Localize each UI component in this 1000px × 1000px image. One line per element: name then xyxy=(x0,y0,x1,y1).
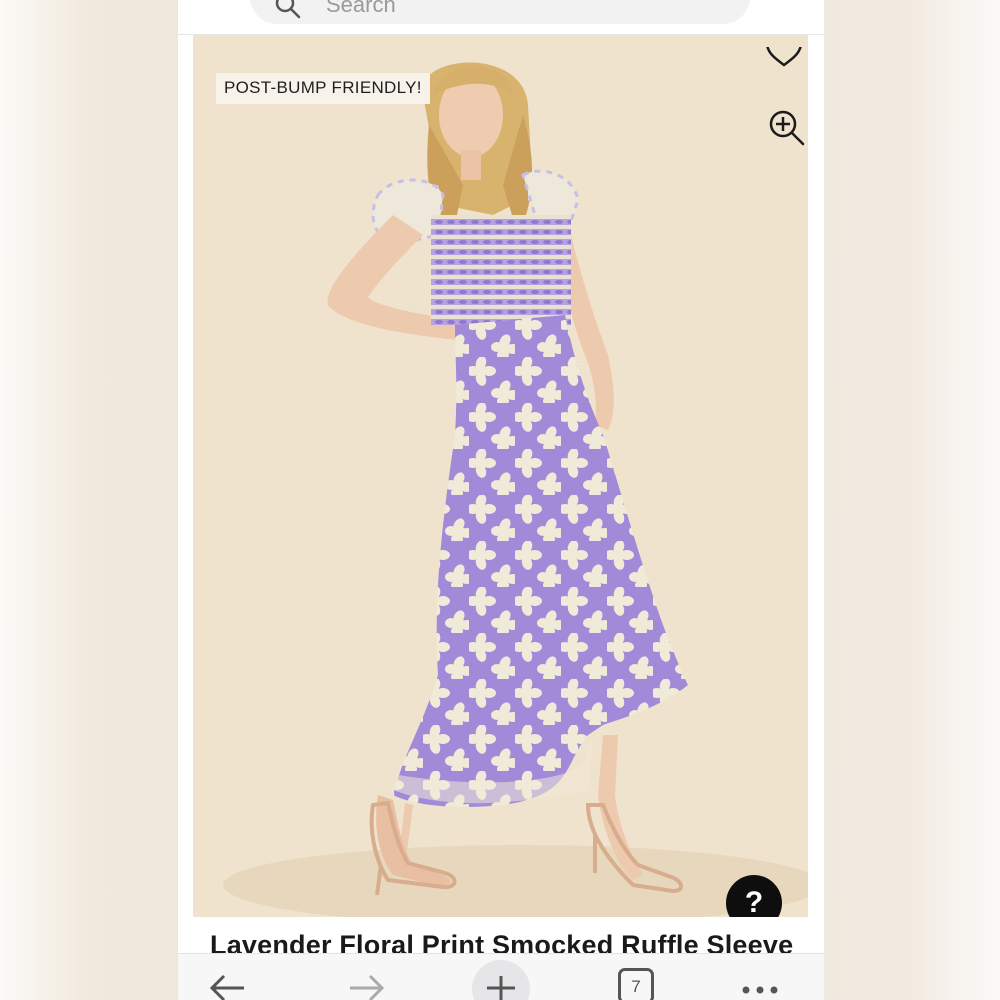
new-tab-button[interactable] xyxy=(472,960,530,1000)
tab-count-button[interactable]: 7 xyxy=(618,968,654,1000)
heart-icon[interactable] xyxy=(764,47,804,77)
more-icon[interactable] xyxy=(740,964,780,1000)
product-image[interactable]: POST-BUMP FRIENDLY! ? xyxy=(193,35,808,917)
plus-icon xyxy=(487,976,515,1000)
zoom-in-icon[interactable] xyxy=(766,107,808,149)
product-photo xyxy=(193,35,808,917)
search-bar[interactable]: Search xyxy=(250,0,750,24)
search-placeholder: Search xyxy=(326,0,396,17)
product-badge: POST-BUMP FRIENDLY! xyxy=(216,73,430,104)
help-icon: ? xyxy=(744,886,764,917)
background-blur-right xyxy=(824,0,1000,1000)
background-blur-left xyxy=(0,0,178,1000)
browser-toolbar: 7 xyxy=(178,953,824,1000)
search-icon xyxy=(275,0,301,19)
back-arrow-icon[interactable] xyxy=(208,964,248,1000)
forward-arrow-icon[interactable] xyxy=(346,964,386,1000)
phone-screen: Search POST-BUMP FRIENDLY! ? Lavender Fl… xyxy=(178,0,824,1000)
